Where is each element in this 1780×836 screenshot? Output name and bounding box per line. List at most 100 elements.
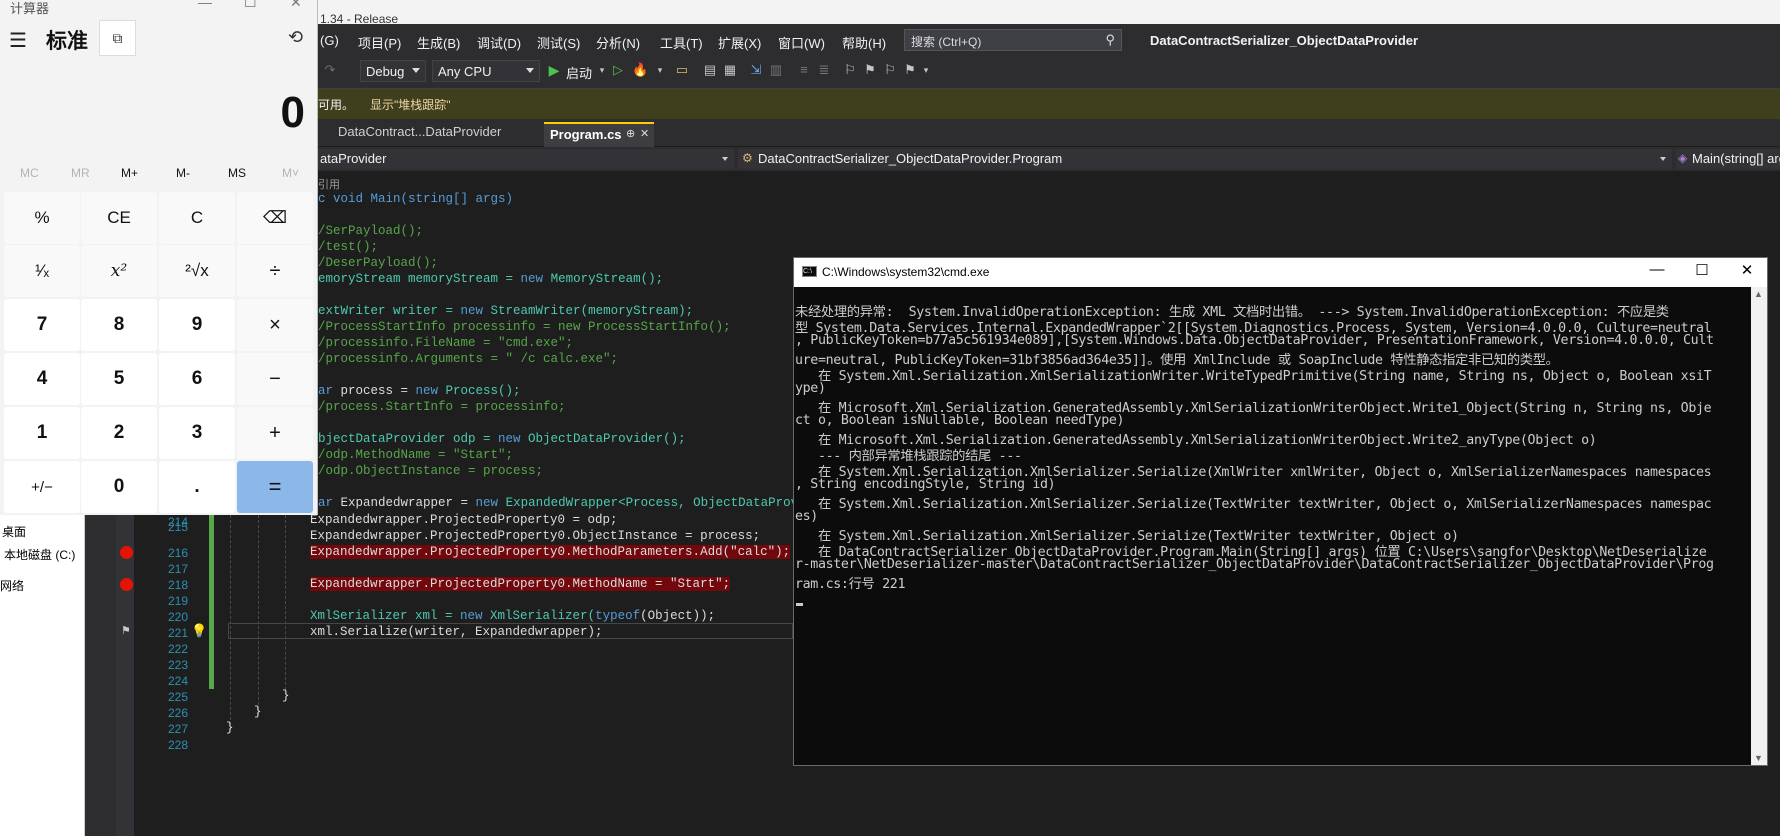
step-icon[interactable]: ⇲ <box>748 62 764 78</box>
pin-icon[interactable]: ⊕ <box>626 127 635 140</box>
memory-store-button[interactable]: MS <box>228 166 246 180</box>
tab-program-cs[interactable]: Program.cs ⊕ ✕ <box>544 122 654 148</box>
close-icon[interactable]: ✕ <box>1732 261 1762 279</box>
code-lens-references[interactable]: 引用 <box>318 176 340 192</box>
clear-button[interactable]: C <box>159 192 235 244</box>
menu-build[interactable]: 生成(B) <box>417 33 460 52</box>
toolbar-icon-b[interactable]: ▥ <box>768 62 784 78</box>
exception-info-bar: 可用。 显示"堆栈跟踪" <box>318 89 1780 119</box>
equals-button[interactable]: = <box>237 461 313 513</box>
square-button[interactable]: x² <box>81 245 157 297</box>
reciprocal-button[interactable]: ¹⁄ₓ <box>4 245 80 297</box>
memory-list-button[interactable]: M˅ <box>282 166 299 180</box>
toolbar-icon-a[interactable]: ▦ <box>722 62 738 78</box>
menu-test[interactable]: 测试(S) <box>537 33 580 52</box>
bookmark-icon[interactable]: ⚑ <box>121 624 131 637</box>
show-stack-trace-link[interactable]: 显示"堆栈跟踪" <box>370 96 451 113</box>
search-placeholder: 搜索 (Ctrl+Q) <box>911 35 982 49</box>
digit-7-button[interactable]: 7 <box>4 299 80 351</box>
bookmark-icon[interactable]: ⚐ <box>842 62 858 78</box>
code-token: ar <box>318 496 334 510</box>
menu-debug[interactable]: 调试(D) <box>477 33 521 52</box>
menu-analyze[interactable]: 分析(N) <box>596 33 640 52</box>
toolbar-overflow-icon[interactable]: ▾ <box>918 62 934 78</box>
folder-icon[interactable]: ▭ <box>674 62 690 78</box>
breakpoint-icon[interactable] <box>120 578 133 591</box>
prev-bookmark-icon[interactable]: ⚑ <box>862 62 878 78</box>
start-play-icon[interactable]: ▶ <box>546 62 562 78</box>
multiply-button[interactable]: × <box>237 299 313 351</box>
indent-guide <box>285 515 286 695</box>
digit-8-button[interactable]: 8 <box>81 299 157 351</box>
tab-datacontract[interactable]: DataContract...DataProvider <box>338 124 501 146</box>
percent-button[interactable]: % <box>4 192 80 244</box>
next-bookmark-icon[interactable]: ⚐ <box>882 62 898 78</box>
hamburger-menu-icon[interactable]: ☰ <box>9 28 27 53</box>
backspace-button[interactable]: ⌫ <box>237 192 313 244</box>
class-dropdown[interactable]: DataContractSerializer_ObjectDataProvide… <box>738 149 1672 169</box>
menu-tools[interactable]: 工具(T) <box>660 33 703 52</box>
lightbulb-icon[interactable]: 💡 <box>191 623 207 639</box>
negate-button[interactable]: +/− <box>4 461 80 513</box>
project-dropdown[interactable]: ataProvider <box>318 149 734 169</box>
subtract-button[interactable]: − <box>237 353 313 405</box>
minimize-icon[interactable]: — <box>1642 261 1672 278</box>
maximize-icon[interactable]: ☐ <box>1687 261 1717 279</box>
minimize-icon[interactable]: — <box>198 0 212 10</box>
history-icon[interactable]: ⟲ <box>288 27 303 48</box>
vs-search-box[interactable]: 搜索 (Ctrl+Q) ⚲ <box>904 29 1122 51</box>
uncomment-icon[interactable]: ≣ <box>816 62 832 78</box>
divide-button[interactable]: ÷ <box>237 245 313 297</box>
digit-9-button[interactable]: 9 <box>159 299 235 351</box>
platform-select[interactable]: Any CPU <box>432 60 540 82</box>
nav-item-network[interactable]: 网络 <box>0 577 24 594</box>
digit-0-button[interactable]: 0 <box>81 461 157 513</box>
digit-4-button[interactable]: 4 <box>4 353 80 405</box>
breakpoint-icon[interactable] <box>120 546 133 559</box>
keep-on-top-icon[interactable]: ⧉ <box>99 20 136 56</box>
cmd-titlebar[interactable]: C:\ C:\Windows\system32\cmd.exe — ☐ ✕ <box>794 258 1767 287</box>
memory-clear-button[interactable]: MC <box>20 166 39 180</box>
menu-git[interactable]: (G) <box>320 33 339 48</box>
close-icon[interactable]: ✕ <box>290 0 302 11</box>
menu-window[interactable]: 窗口(W) <box>778 33 825 52</box>
menu-help[interactable]: 帮助(H) <box>842 33 886 52</box>
cmd-output[interactable]: 未经处理的异常: System.InvalidOperationExceptio… <box>794 301 1749 761</box>
clear-bookmarks-icon[interactable]: ⚑ <box>902 62 918 78</box>
memory-add-button[interactable]: M+ <box>121 166 138 180</box>
nav-item-local-disk[interactable]: 本地磁盘 (C:) <box>4 546 75 563</box>
digit-6-button[interactable]: 6 <box>159 353 235 405</box>
maximize-icon[interactable]: ☐ <box>244 0 257 11</box>
digit-2-button[interactable]: 2 <box>81 407 157 459</box>
scroll-up-icon[interactable]: ▲ <box>1754 289 1763 299</box>
config-select[interactable]: Debug <box>360 60 426 82</box>
digit-5-button[interactable]: 5 <box>81 353 157 405</box>
code-line: ar process = new Process(); <box>318 384 521 398</box>
memory-subtract-button[interactable]: M- <box>176 166 190 180</box>
cmd-scrollbar[interactable]: ▲ ▼ <box>1751 287 1767 765</box>
hot-reload-dropdown-icon[interactable]: ▾ <box>652 62 668 78</box>
digit-3-button[interactable]: 3 <box>159 407 235 459</box>
glyph-margin[interactable] <box>116 515 134 836</box>
redo-icon[interactable]: ↷ <box>322 62 338 78</box>
start-dropdown-icon[interactable]: ▾ <box>594 62 610 78</box>
comment-icon[interactable]: ≡ <box>796 62 812 78</box>
clear-entry-button[interactable]: CE <box>81 192 157 244</box>
start-without-debug-icon[interactable]: ▷ <box>610 62 626 78</box>
start-button-label[interactable]: 启动 <box>566 63 592 82</box>
nav-item-desktop[interactable]: 桌面 <box>2 523 26 540</box>
member-dropdown[interactable]: ◈ Main(string[] args) <box>1676 149 1780 169</box>
hot-reload-icon[interactable]: 🔥 <box>632 62 648 78</box>
scroll-down-icon[interactable]: ▼ <box>1754 753 1763 763</box>
digit-1-button[interactable]: 1 <box>4 407 80 459</box>
menu-project[interactable]: 项目(P) <box>358 33 401 52</box>
layout-icon[interactable]: ▤ <box>702 62 718 78</box>
add-button[interactable]: + <box>237 407 313 459</box>
decimal-button[interactable]: . <box>159 461 235 513</box>
code-brace: } <box>282 689 290 703</box>
memory-recall-button[interactable]: MR <box>71 166 90 180</box>
menu-extensions[interactable]: 扩展(X) <box>718 33 761 52</box>
sqrt-button[interactable]: ²√x <box>159 245 235 297</box>
close-icon[interactable]: ✕ <box>640 127 649 140</box>
code-token: emoryStream memoryStream = <box>318 272 521 286</box>
